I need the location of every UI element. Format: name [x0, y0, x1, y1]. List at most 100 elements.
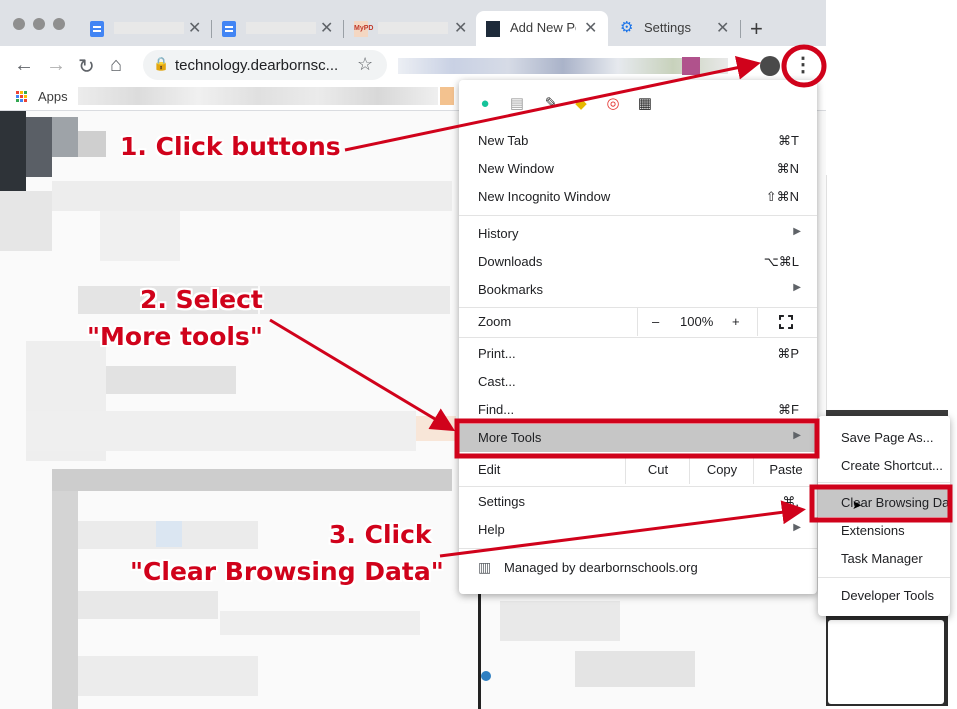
fullscreen-button[interactable]: [757, 308, 818, 336]
cut-button[interactable]: Cut: [625, 456, 690, 484]
grammarly-icon[interactable]: ●: [477, 96, 493, 112]
reload-icon[interactable]: ↻: [78, 54, 95, 79]
menu-item-new-tab[interactable]: New Tab ⌘T: [459, 127, 817, 155]
menu-item-bookmarks[interactable]: Bookmarks ▶: [459, 276, 817, 304]
google-docs-icon: [90, 21, 104, 37]
more-tools-submenu: Save Page As... Create Shortcut... Clear…: [818, 416, 950, 616]
menu-label: New Window: [478, 161, 554, 176]
menu-label: More Tools: [478, 430, 542, 445]
apps-grid-icon[interactable]: [16, 91, 28, 103]
managed-by-text: Managed by dearbornschools.org: [504, 560, 698, 575]
forward-icon[interactable]: →: [46, 54, 66, 77]
menu-item-help[interactable]: Help ▶: [459, 516, 817, 544]
submenu-arrow-icon: ▶: [793, 226, 801, 237]
menu-item-downloads[interactable]: Downloads ⌥⌘L: [459, 248, 817, 276]
menu-zoom-row: Zoom – 100% +: [459, 308, 817, 336]
menu-item-print[interactable]: Print... ⌘P: [459, 340, 817, 368]
zoom-level: 100%: [680, 314, 714, 329]
close-tab-icon[interactable]: ✕: [716, 18, 729, 38]
spiral-extension-icon[interactable]: ◎: [605, 96, 621, 112]
menu-label: Developer Tools: [841, 588, 934, 603]
minimize-window-button[interactable]: [33, 18, 45, 30]
menu-label: Downloads: [478, 254, 543, 269]
copy-button[interactable]: Copy: [689, 456, 754, 484]
menu-label: Help: [478, 522, 505, 537]
submenu-arrow-icon: ▶: [793, 282, 801, 293]
menu-item-more-tools[interactable]: More Tools ▶: [459, 424, 817, 452]
pen-extension-icon[interactable]: ✎: [543, 96, 559, 112]
menu-shortcut: ⌘P: [777, 346, 799, 361]
bookmark-star-icon[interactable]: ☆: [357, 54, 373, 75]
building-icon: ▥: [478, 559, 492, 575]
zoom-in-button[interactable]: +: [732, 314, 740, 329]
close-tab-icon[interactable]: ✕: [188, 18, 201, 38]
menu-item-history[interactable]: History ▶: [459, 220, 817, 248]
tab-title: Settings: [644, 20, 691, 35]
submenu-item-extensions[interactable]: Extensions: [818, 517, 950, 545]
menu-label: New Tab: [478, 133, 529, 148]
menu-shortcut: ⌘F: [778, 402, 799, 417]
submenu-arrow-icon: ▶: [793, 522, 801, 533]
home-icon[interactable]: ⌂: [110, 54, 122, 77]
address-bar[interactable]: 🔒 technology.dearbornsc...: [143, 50, 387, 80]
menu-label: Bookmarks: [478, 282, 544, 297]
mypd-icon: MyPD: [354, 21, 373, 37]
back-icon[interactable]: ←: [14, 54, 34, 77]
menu-label: Save Page As...: [841, 430, 934, 445]
annotation-step3-line2: "Clear Browsing Data": [130, 557, 444, 586]
tab-mypd[interactable]: MyPD ✕: [344, 11, 474, 46]
close-tab-icon[interactable]: ✕: [320, 18, 333, 38]
extension-icons[interactable]: [398, 58, 728, 74]
blurred-bookmarks: [78, 87, 438, 105]
chrome-menu-button[interactable]: ⋮: [790, 51, 816, 79]
tab-docs-2[interactable]: ✕: [212, 11, 342, 46]
extension-puzzle-icon[interactable]: ▤: [509, 96, 525, 112]
menu-shortcut: ⌘T: [778, 133, 799, 148]
wordpress-icon: [486, 21, 500, 37]
menu-item-cast[interactable]: Cast...: [459, 368, 817, 396]
close-tab-icon[interactable]: ✕: [584, 18, 597, 38]
grid-extension-icon[interactable]: ▦: [637, 96, 653, 112]
annotation-step3-line1: 3. Click: [329, 520, 432, 549]
menu-item-settings[interactable]: Settings ⌘,: [459, 488, 817, 516]
annotation-step1: 1. Click buttons: [120, 132, 341, 161]
menu-label: New Incognito Window: [478, 189, 611, 204]
tab-docs-1[interactable]: ✕: [80, 11, 210, 46]
apps-shortcut[interactable]: Apps: [38, 89, 68, 104]
tab-title: Add New Po: [510, 20, 576, 35]
chrome-main-menu: ● ▤ ✎ ◆ ◎ ▦ New Tab ⌘T New Window ⌘N New…: [459, 80, 817, 594]
highlighter-extension-icon[interactable]: ◆: [573, 96, 589, 112]
menu-label: Zoom: [478, 314, 512, 329]
menu-item-find[interactable]: Find... ⌘F: [459, 396, 817, 424]
menu-item-new-window[interactable]: New Window ⌘N: [459, 155, 817, 183]
settings-gear-icon: ⚙: [620, 19, 634, 36]
submenu-item-save-page-as[interactable]: Save Page As...: [818, 424, 950, 452]
submenu-item-create-shortcut[interactable]: Create Shortcut...: [818, 452, 950, 480]
submenu-item-developer-tools[interactable]: Developer Tools: [818, 582, 950, 610]
annotation-step2-line1: 2. Select: [140, 285, 263, 314]
menu-label: Extensions: [841, 523, 905, 538]
close-window-button[interactable]: [13, 18, 25, 30]
menu-label: Edit: [478, 462, 501, 477]
submenu-item-clear-browsing-data[interactable]: Clear Browsing Data... ➤: [818, 489, 950, 517]
lock-icon: 🔒: [153, 56, 170, 71]
url-text: technology.dearbornsc...: [175, 57, 339, 74]
close-tab-icon[interactable]: ✕: [454, 18, 467, 38]
submenu-item-task-manager[interactable]: Task Manager: [818, 545, 950, 573]
mouse-cursor-icon: ➤: [852, 498, 863, 512]
submenu-arrow-icon: ▶: [793, 430, 801, 441]
zoom-window-button[interactable]: [53, 18, 65, 30]
menu-managed-by[interactable]: ▥ Managed by dearbornschools.org: [459, 554, 817, 582]
new-tab-button[interactable]: +: [750, 16, 763, 42]
tab-add-new-post[interactable]: Add New Po ✕: [476, 11, 608, 46]
paste-button[interactable]: Paste: [753, 456, 818, 484]
profile-avatar[interactable]: [760, 56, 780, 76]
menu-item-new-incognito-window[interactable]: New Incognito Window ⇧⌘N: [459, 183, 817, 211]
menu-label: Create Shortcut...: [841, 458, 943, 473]
menu-label: Print...: [478, 346, 516, 361]
tab-strip: ✕ ✕ MyPD ✕ Add New Po ✕ ⚙ Settings ✕ +: [0, 0, 826, 46]
zoom-out-button[interactable]: –: [652, 314, 659, 329]
extension-icon[interactable]: [682, 57, 700, 75]
google-docs-icon: [222, 21, 236, 37]
tab-settings[interactable]: ⚙ Settings ✕: [610, 11, 740, 46]
